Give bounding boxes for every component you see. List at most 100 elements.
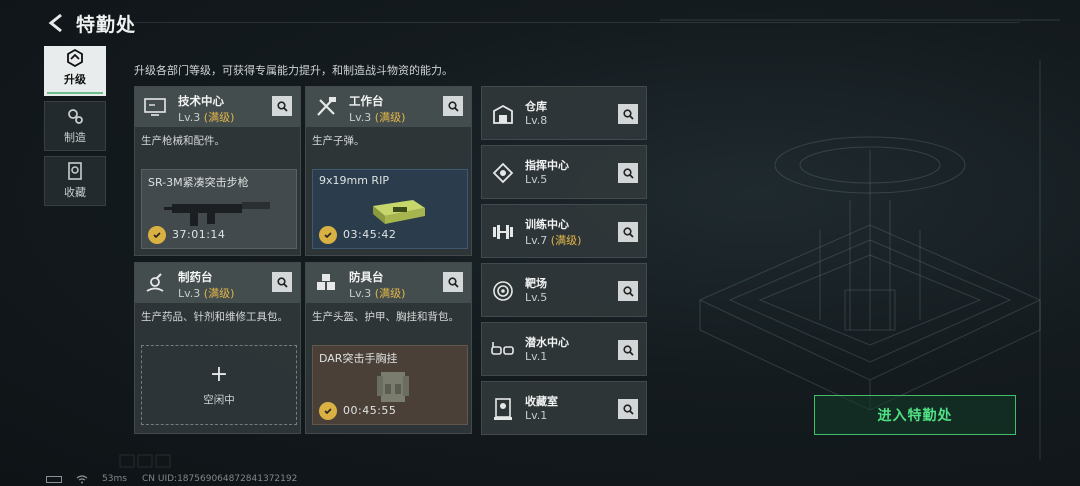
page-description: 升级各部门等级，可获得专属能力提升，和制造战斗物资的能力。 xyxy=(134,64,453,77)
search-button[interactable] xyxy=(272,272,292,292)
card-description: 生产药品、针剂和维修工具包。 xyxy=(141,311,288,323)
max-level-tag: (满级) xyxy=(374,287,406,300)
armor-icon xyxy=(312,269,340,297)
level-value: Lv.1 xyxy=(525,409,548,422)
search-button[interactable] xyxy=(618,104,638,124)
level-value: Lv.3 xyxy=(178,287,201,300)
timer-icon xyxy=(148,226,166,244)
enter-special-ops-button[interactable]: 进入特勤处 xyxy=(814,395,1016,435)
production-slot[interactable]: 9x19mm RIP 03:45:42 xyxy=(312,169,468,249)
dumbbell-icon xyxy=(488,217,518,247)
facility-level: Lv.1 xyxy=(525,409,547,422)
upgrade-icon xyxy=(67,48,83,67)
level-value: Lv.3 xyxy=(178,111,201,124)
ammo-box-image xyxy=(373,200,425,224)
card-name: 制药台 xyxy=(178,270,213,284)
battery-icon xyxy=(46,475,62,483)
card-description: 生产枪械和配件。 xyxy=(141,135,225,147)
diving-goggles-icon xyxy=(488,335,518,365)
facility-name: 指挥中心 xyxy=(525,159,569,172)
timer-icon xyxy=(319,402,337,420)
level-value: Lv.5 xyxy=(525,173,548,186)
tab-collection[interactable]: 收藏 xyxy=(44,156,106,206)
production-timer: 37:01:14 xyxy=(172,228,226,241)
tools-icon xyxy=(312,93,340,121)
facility-shooting-range[interactable]: 靶场 Lv.5 xyxy=(481,263,647,317)
card-workbench[interactable]: 工作台 Lv.3 (满级) 生产子弹。 9x19mm RIP 03:45:42 xyxy=(305,86,472,256)
card-name: 技术中心 xyxy=(178,94,224,108)
search-button[interactable] xyxy=(443,96,463,116)
facility-name: 收藏室 xyxy=(525,395,558,408)
product-name: SR-3M紧凑突击步枪 xyxy=(148,176,249,189)
command-center-icon xyxy=(488,158,518,188)
facility-name: 训练中心 xyxy=(525,218,569,231)
production-slot[interactable]: DAR突击手胸挂 00:45:55 xyxy=(312,345,468,425)
product-name: DAR突击手胸挂 xyxy=(319,352,398,365)
collection-icon xyxy=(68,162,82,180)
card-name: 防具台 xyxy=(349,270,384,284)
facility-level: Lv.5 xyxy=(525,173,547,186)
idle-production-slot[interactable]: + 空闲中 xyxy=(141,345,297,425)
ping-value: 53ms xyxy=(102,474,127,484)
back-arrow-icon xyxy=(48,13,62,33)
search-icon xyxy=(276,276,288,288)
microscope-icon xyxy=(141,269,169,297)
search-icon xyxy=(622,167,634,179)
tab-craft[interactable]: 制造 xyxy=(44,101,106,151)
rifle-image xyxy=(164,202,270,226)
level-value: Lv.8 xyxy=(525,114,548,127)
tab-upgrade[interactable]: 升级 xyxy=(44,46,106,96)
max-level-tag: (满级) xyxy=(550,234,582,247)
production-timer: 03:45:42 xyxy=(343,228,397,241)
search-button[interactable] xyxy=(618,281,638,301)
card-armor-bench[interactable]: 防具台 Lv.3 (满级) 生产头盔、护甲、胸挂和背包。 DAR突击手胸挂 00… xyxy=(305,262,472,434)
search-button[interactable] xyxy=(618,340,638,360)
facility-level: Lv.7 (满级) xyxy=(525,232,581,248)
plus-icon: + xyxy=(209,361,229,387)
back-button[interactable] xyxy=(44,11,68,35)
search-icon xyxy=(622,285,634,297)
search-button[interactable] xyxy=(618,163,638,183)
level-value: Lv.1 xyxy=(525,350,548,363)
facility-command-center[interactable]: 指挥中心 Lv.5 xyxy=(481,145,647,199)
level-value: Lv.7 xyxy=(525,234,548,247)
computer-icon xyxy=(141,93,169,121)
facility-level: Lv.5 xyxy=(525,291,547,304)
level-value: Lv.3 xyxy=(349,111,372,124)
card-tech-center[interactable]: 技术中心 Lv.3 (满级) 生产枪械和配件。 SR-3M紧凑突击步枪 37:0… xyxy=(134,86,301,256)
search-icon xyxy=(622,344,634,356)
max-level-tag: (满级) xyxy=(203,111,235,124)
card-description: 生产子弹。 xyxy=(312,135,365,147)
facility-diving-center[interactable]: 潜水中心 Lv.1 xyxy=(481,322,647,376)
tab-active-indicator xyxy=(47,91,103,94)
status-footer: 53ms xyxy=(46,474,127,484)
search-icon xyxy=(276,100,288,112)
facility-warehouse[interactable]: 仓库 Lv.8 xyxy=(481,86,647,140)
timer-icon xyxy=(319,226,337,244)
search-icon xyxy=(447,100,459,112)
search-icon xyxy=(622,108,634,120)
gears-icon xyxy=(68,109,83,124)
user-uid: CN UID:18756906487284137219​2 xyxy=(142,474,298,484)
product-name: 9x19mm RIP xyxy=(319,174,389,187)
search-button[interactable] xyxy=(272,96,292,116)
card-pharmacy[interactable]: 制药台 Lv.3 (满级) 生产药品、针剂和维修工具包。 + 空闲中 xyxy=(134,262,301,434)
search-icon xyxy=(447,276,459,288)
facility-training-center[interactable]: 训练中心 Lv.7 (满级) xyxy=(481,204,647,258)
facility-collection-room[interactable]: 收藏室 Lv.1 xyxy=(481,381,647,435)
card-level: Lv.3 (满级) xyxy=(178,109,234,125)
facility-level: Lv.8 xyxy=(525,114,547,127)
card-description: 生产头盔、护甲、胸挂和背包。 xyxy=(312,311,459,323)
search-button[interactable] xyxy=(618,222,638,242)
side-tabs: 升级 制造 收藏 xyxy=(44,46,108,211)
search-button[interactable] xyxy=(618,399,638,419)
max-level-tag: (满级) xyxy=(374,111,406,124)
max-level-tag: (满级) xyxy=(203,287,235,300)
search-icon xyxy=(622,403,634,415)
search-button[interactable] xyxy=(443,272,463,292)
facility-name: 潜水中心 xyxy=(525,336,569,349)
card-level: Lv.3 (满级) xyxy=(178,285,234,301)
production-timer: 00:45:55 xyxy=(343,404,397,417)
production-slot[interactable]: SR-3M紧凑突击步枪 37:01:14 xyxy=(141,169,297,249)
header-divider xyxy=(120,22,1020,23)
